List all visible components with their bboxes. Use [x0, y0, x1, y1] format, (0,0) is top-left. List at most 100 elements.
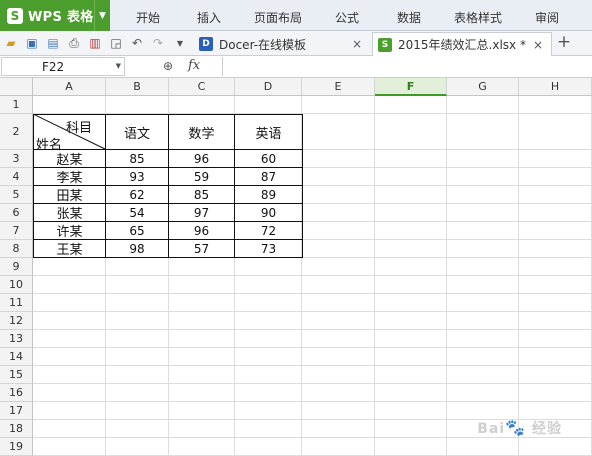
- menu-item-page-layout[interactable]: 页面布局: [254, 9, 302, 26]
- redo-icon[interactable]: ↷: [150, 35, 166, 51]
- column-header-a[interactable]: A: [33, 78, 106, 96]
- score-cell[interactable]: 87: [235, 168, 302, 185]
- zoom-search-icon[interactable]: ⊕: [163, 59, 173, 73]
- app-menu-button[interactable]: S WPS 表格 ▼: [0, 0, 110, 31]
- score-cell[interactable]: 60: [235, 150, 302, 167]
- score-cell[interactable]: 54: [106, 204, 168, 221]
- spreadsheet-grid[interactable]: A B C D E F G H 1 2 3 4 5 6 7 8 9 10 11 …: [0, 78, 592, 456]
- close-icon[interactable]: ×: [533, 38, 543, 52]
- quick-access-toolbar: ▰ ▣ ▤ ⎙ ▥ ◲ ↶ ↷ ▼ D Docer-在线模板 × S 2015年…: [0, 31, 592, 56]
- row-header[interactable]: 15: [0, 366, 33, 384]
- column-header-g[interactable]: G: [447, 78, 519, 96]
- score-cell[interactable]: 85: [106, 150, 168, 167]
- score-cell[interactable]: 73: [235, 240, 302, 257]
- select-all-corner[interactable]: [0, 78, 33, 96]
- spreadsheet-icon: S: [378, 37, 392, 52]
- score-cell[interactable]: 72: [235, 222, 302, 239]
- score-cell[interactable]: 90: [235, 204, 302, 221]
- row-header[interactable]: 16: [0, 384, 33, 402]
- export-pdf-icon[interactable]: ▥: [87, 35, 103, 51]
- row-header[interactable]: 8: [0, 240, 33, 258]
- score-cell[interactable]: 65: [106, 222, 168, 239]
- chevron-down-icon[interactable]: ▼: [116, 62, 121, 70]
- row-header[interactable]: 1: [0, 96, 33, 114]
- student-name-cell[interactable]: 李某: [34, 168, 105, 186]
- table-border: [302, 114, 303, 258]
- grid-line: [33, 347, 592, 348]
- score-cell[interactable]: 96: [169, 222, 234, 239]
- tab-workbook[interactable]: S 2015年绩效汇总.xlsx * ×: [372, 32, 552, 56]
- undo-icon[interactable]: ↶: [129, 35, 145, 51]
- close-icon[interactable]: ×: [352, 37, 362, 51]
- print-icon[interactable]: ⎙: [66, 35, 82, 51]
- menu-item-review[interactable]: 审阅: [535, 9, 559, 26]
- name-box[interactable]: F22 ▼: [1, 57, 125, 76]
- subject-header[interactable]: 语文: [106, 115, 168, 149]
- row-header[interactable]: 18: [0, 420, 33, 438]
- add-tab-button[interactable]: +: [556, 32, 572, 52]
- menu-item-formulas[interactable]: 公式: [335, 9, 359, 26]
- grid-line: [33, 293, 592, 294]
- score-cell[interactable]: 62: [106, 186, 168, 203]
- score-cell[interactable]: 93: [106, 168, 168, 185]
- more-dropdown-icon[interactable]: ▼: [172, 35, 188, 51]
- score-cell[interactable]: 96: [169, 150, 234, 167]
- grid-line: [33, 329, 592, 330]
- row-header[interactable]: 14: [0, 348, 33, 366]
- row-header[interactable]: 7: [0, 222, 33, 240]
- tab-label: 2015年绩效汇总.xlsx *: [398, 38, 526, 52]
- menu-bar: S WPS 表格 ▼ 开始 插入 页面布局 公式 数据 表格样式 审阅: [0, 0, 592, 31]
- menu-item-insert[interactable]: 插入: [197, 9, 221, 26]
- tab-label: Docer-在线模板: [219, 37, 307, 52]
- formula-input[interactable]: [222, 57, 591, 76]
- grid-line: [33, 401, 592, 402]
- column-header-e[interactable]: E: [302, 78, 375, 96]
- student-name-cell[interactable]: 田某: [34, 186, 105, 204]
- row-header[interactable]: 13: [0, 330, 33, 348]
- row-header[interactable]: 6: [0, 204, 33, 222]
- student-name-cell[interactable]: 张某: [34, 204, 105, 222]
- save-icon[interactable]: ▣: [24, 35, 40, 51]
- row-header[interactable]: 11: [0, 294, 33, 312]
- grid-line: [446, 96, 447, 456]
- row-header[interactable]: 5: [0, 186, 33, 204]
- column-header-d[interactable]: D: [235, 78, 302, 96]
- row-header[interactable]: 3: [0, 150, 33, 168]
- score-cell[interactable]: 59: [169, 168, 234, 185]
- open-folder-icon[interactable]: ▰: [3, 35, 19, 51]
- grid-line: [33, 383, 592, 384]
- row-header[interactable]: 12: [0, 312, 33, 330]
- grid-line: [33, 275, 592, 276]
- row-header[interactable]: 17: [0, 402, 33, 420]
- row-header[interactable]: 19: [0, 438, 33, 456]
- save-as-icon[interactable]: ▤: [45, 35, 61, 51]
- chevron-down-icon[interactable]: ▼: [94, 0, 110, 31]
- score-cell[interactable]: 98: [106, 240, 168, 257]
- tab-docer[interactable]: D Docer-在线模板 ×: [194, 32, 370, 56]
- print-preview-icon[interactable]: ◲: [108, 35, 124, 51]
- function-icon[interactable]: fx: [188, 58, 200, 73]
- column-header-f[interactable]: F: [375, 78, 447, 96]
- row-header[interactable]: 4: [0, 168, 33, 186]
- subject-header[interactable]: 数学: [169, 115, 234, 149]
- row-header[interactable]: 9: [0, 258, 33, 276]
- column-header-c[interactable]: C: [169, 78, 235, 96]
- subject-header[interactable]: 英语: [235, 115, 302, 149]
- baidu-watermark-logo: Bai🐾 经验: [477, 418, 562, 437]
- docer-icon: D: [199, 37, 213, 51]
- student-name-cell[interactable]: 王某: [34, 240, 105, 258]
- menu-item-data[interactable]: 数据: [397, 9, 421, 26]
- score-cell[interactable]: 97: [169, 204, 234, 221]
- score-cell[interactable]: 57: [169, 240, 234, 257]
- row-header[interactable]: 2: [0, 114, 33, 150]
- row-header[interactable]: 10: [0, 276, 33, 294]
- score-cell[interactable]: 89: [235, 186, 302, 203]
- column-header-b[interactable]: B: [106, 78, 169, 96]
- column-header-h[interactable]: H: [519, 78, 592, 96]
- score-cell[interactable]: 85: [169, 186, 234, 203]
- student-name-cell[interactable]: 赵某: [34, 150, 105, 168]
- menu-item-table-style[interactable]: 表格样式: [454, 9, 502, 26]
- menu-item-home[interactable]: 开始: [136, 9, 160, 26]
- wps-logo-icon: S: [7, 7, 23, 24]
- student-name-cell[interactable]: 许某: [34, 222, 105, 240]
